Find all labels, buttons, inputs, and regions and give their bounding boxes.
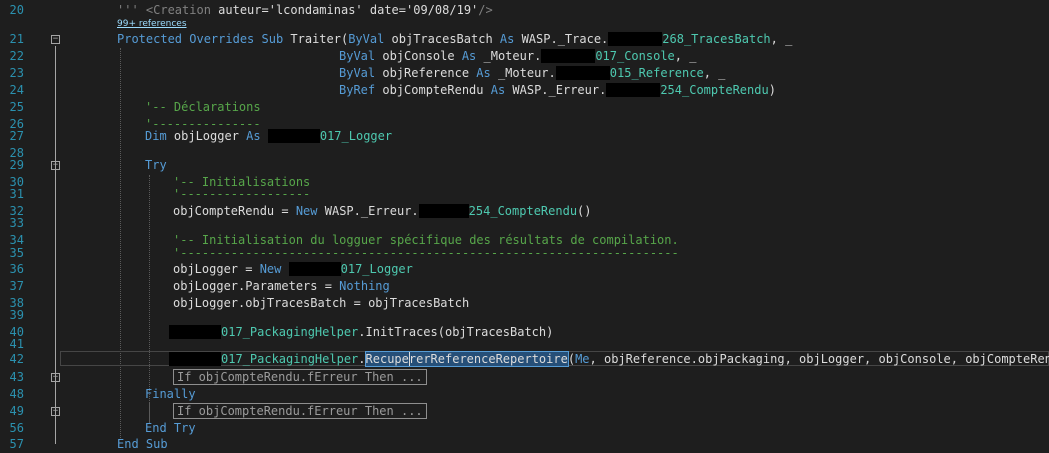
comment: '------------------ <box>173 187 311 201</box>
line-number: 23 <box>9 66 24 80</box>
parameter-line: ByVal objReference As _Moteur. 015_Refere… <box>339 66 726 80</box>
code-line-27[interactable]: 27 Dim objLogger As 017_Logger <box>0 128 1049 145</box>
redacted-block <box>169 352 221 366</box>
code-line-33[interactable]: 33 <box>0 215 1049 232</box>
line-number: 42 <box>9 352 24 366</box>
sub-declaration: Protected Overrides Sub Traiter(ByVal ob… <box>117 32 793 46</box>
collapse-toggle-icon[interactable]: − <box>51 35 60 44</box>
collapsed-region[interactable]: If objCompteRendu.fErreur Then ... <box>173 403 427 420</box>
collapsed-region[interactable]: If objCompteRendu.fErreur Then ... <box>173 369 427 386</box>
text-caret <box>408 352 410 366</box>
redacted-block <box>608 32 663 46</box>
parameter-line: ByRef objCompteRendu As WASP._Erreur. 254… <box>339 83 776 97</box>
line-number: 21 <box>9 32 24 46</box>
code-line-49[interactable]: 49 + If objCompteRendu.fErreur Then ... <box>0 403 1049 420</box>
code-line-39[interactable]: 39 <box>0 307 1049 324</box>
code-line-20[interactable]: 20 ''' <Creation auteur='lcondaminas' da… <box>0 2 1049 19</box>
line-number: 43 <box>9 370 24 384</box>
line-number: 31 <box>9 187 24 201</box>
line-number: 36 <box>9 262 24 276</box>
line-number: 20 <box>9 3 24 17</box>
code-line-42[interactable]: 42 017_PackagingHelper.RecupererReferenc… <box>0 351 1049 368</box>
code-line-56[interactable]: 56 End Try <box>0 420 1049 437</box>
expand-toggle-icon[interactable]: + <box>51 407 60 416</box>
line-number: 24 <box>9 83 24 97</box>
code-line-21[interactable]: 21 − Protected Overrides Sub Traiter(ByV… <box>0 31 1049 48</box>
method-call: 017_PackagingHelper.RecupererReferenceRe… <box>169 351 1049 368</box>
line-number: 22 <box>9 49 24 63</box>
collapse-toggle-icon[interactable]: − <box>51 161 60 170</box>
line-number: 33 <box>9 216 24 230</box>
code-line-23[interactable]: 23 ByVal objReference As _Moteur. 015_Ref… <box>0 65 1049 82</box>
try-keyword: Try <box>145 158 167 172</box>
code-line-22[interactable]: 22 ByVal objConsole As _Moteur. 017_Conso… <box>0 48 1049 65</box>
end-try-keyword: End Try <box>145 421 196 435</box>
line-number: 37 <box>9 279 24 293</box>
assignment: objLogger.Parameters = Nothing <box>173 279 390 293</box>
code-line-25[interactable]: 25 '-- Déclarations <box>0 99 1049 116</box>
line-number: 56 <box>9 421 24 435</box>
references-codelens-link[interactable]: 99+ references <box>117 19 187 29</box>
code-line-37[interactable]: 37 objLogger.Parameters = Nothing <box>0 278 1049 295</box>
line-number: 27 <box>9 129 24 143</box>
comment: '---------------------------------------… <box>173 246 679 260</box>
code-line-29[interactable]: 29 − Try <box>0 157 1049 174</box>
line-number: 35 <box>9 246 24 260</box>
redacted-block <box>267 129 320 143</box>
redacted-block <box>541 49 596 63</box>
line-number: 49 <box>9 404 24 418</box>
redacted-block <box>555 66 610 80</box>
code-line-57[interactable]: 57 End Sub <box>0 436 1049 453</box>
code-line-43[interactable]: 43 + If objCompteRendu.fErreur Then ... <box>0 369 1049 386</box>
line-number: 25 <box>9 100 24 114</box>
collapsed-block-preview[interactable]: If objCompteRendu.fErreur Then ... <box>173 369 427 385</box>
comment: '-- Déclarations <box>145 100 261 114</box>
selected-identifier[interactable]: RecupererReferenceRepertoire <box>364 351 569 367</box>
redacted-block <box>288 262 341 276</box>
finally-keyword: Finally <box>145 387 196 401</box>
code-line-24[interactable]: 24 ByRef objCompteRendu As WASP._Erreur.… <box>0 82 1049 99</box>
line-number: 48 <box>9 387 24 401</box>
end-sub-keyword: End Sub <box>117 437 168 451</box>
xml-doc-comment: ''' <Creation auteur='lcondaminas' date=… <box>117 3 493 17</box>
line-number: 29 <box>9 158 24 172</box>
expand-toggle-icon[interactable]: + <box>51 373 60 382</box>
assignment: objLogger = New 017_Logger <box>173 262 413 276</box>
code-line-36[interactable]: 36 objLogger = New 017_Logger <box>0 261 1049 278</box>
line-number: 39 <box>9 308 24 322</box>
redacted-block <box>606 83 661 97</box>
code-line-35[interactable]: 35 '------------------------------------… <box>0 245 1049 262</box>
collapsed-block-preview[interactable]: If objCompteRendu.fErreur Then ... <box>173 403 427 419</box>
parameter-line: ByVal objConsole As _Moteur. 017_Console,… <box>339 49 697 63</box>
code-line-48[interactable]: 48 Finally <box>0 386 1049 403</box>
dim-statement: Dim objLogger As 017_Logger <box>145 129 393 143</box>
code-line-31[interactable]: 31 '------------------ <box>0 186 1049 203</box>
line-number: 57 <box>9 437 24 451</box>
